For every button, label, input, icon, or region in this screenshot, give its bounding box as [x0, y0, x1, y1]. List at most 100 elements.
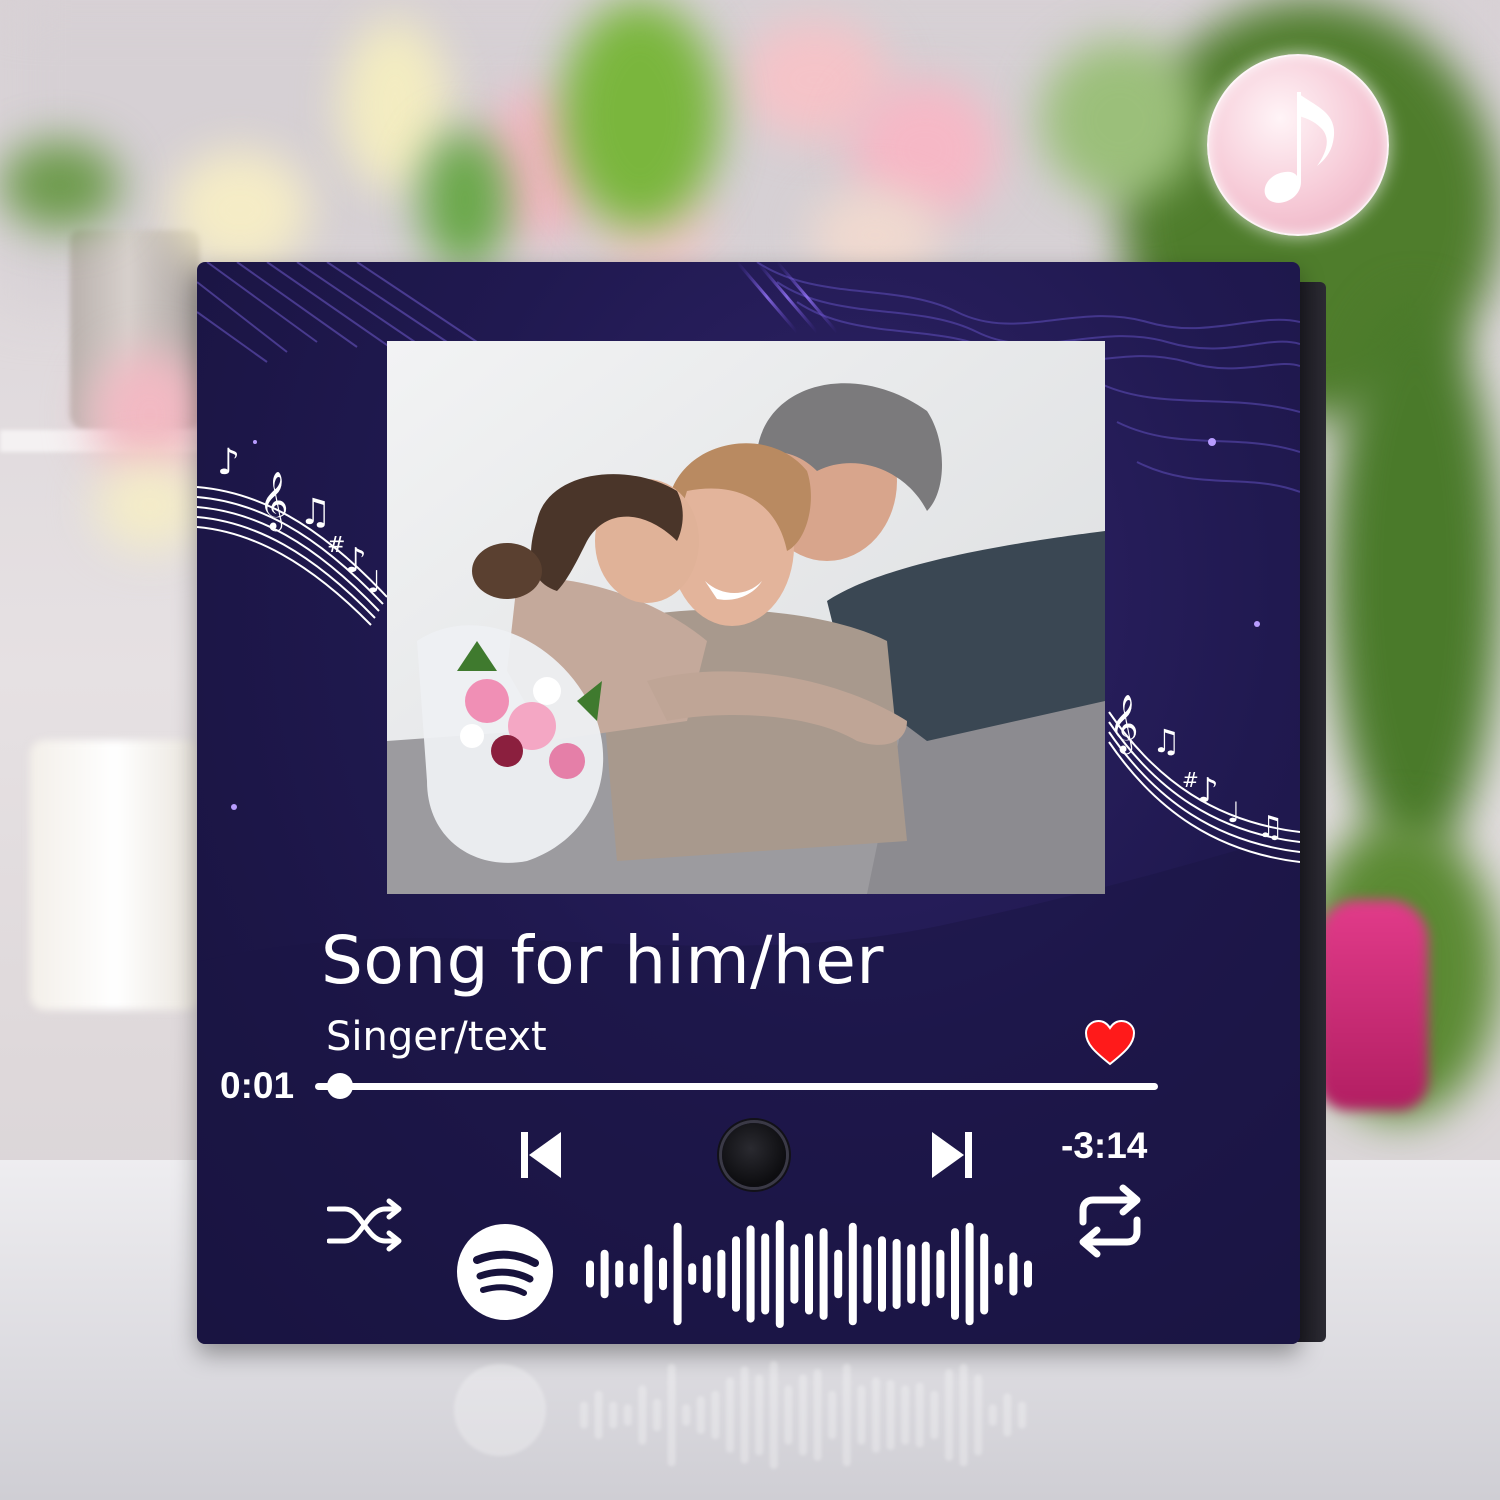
leaf [420, 130, 510, 270]
svg-text:#: # [327, 533, 345, 558]
reflection-bar [594, 1390, 603, 1440]
spotify-code-bar [746, 1225, 755, 1323]
plant-leaf [1330, 300, 1500, 860]
spotify-code-bar [673, 1222, 682, 1326]
spotify-code-bar [819, 1228, 828, 1320]
spotify-code-bar [907, 1244, 916, 1304]
svg-text:𝄞: 𝄞 [1109, 694, 1139, 755]
svg-text:𝄞: 𝄞 [259, 471, 289, 532]
reflection-bar [828, 1390, 837, 1440]
svg-text:♪: ♪ [345, 541, 367, 581]
reflection-bar [755, 1374, 764, 1456]
reflection-bar [959, 1363, 968, 1467]
plaque-reflection [454, 1361, 1026, 1469]
spotify-code-bar [629, 1263, 638, 1285]
progress-bar[interactable] [315, 1083, 1158, 1090]
spotify-code-bar [1024, 1260, 1032, 1288]
reflection-bar [1018, 1401, 1026, 1429]
reflection-bar [988, 1404, 997, 1426]
reflection-bar [682, 1404, 691, 1426]
reflection-bar [653, 1398, 661, 1432]
svg-text:♫: ♫ [1257, 810, 1284, 845]
reflection-bar [623, 1404, 632, 1426]
background-bottle [30, 740, 200, 1010]
svg-text:♪: ♪ [1197, 771, 1219, 811]
reflection-bar [886, 1379, 895, 1451]
spotify-code-bar [921, 1241, 930, 1307]
spotify-code-bar [863, 1244, 872, 1304]
music-note-badge [1207, 54, 1389, 236]
reflection-bar [813, 1369, 822, 1461]
spotify-code-bar [848, 1222, 857, 1326]
artist-name: Singer/text [326, 1014, 547, 1060]
spotify-code-bar [994, 1263, 1003, 1285]
spotify-code-bar [951, 1228, 959, 1320]
reflection-bar [872, 1377, 880, 1453]
reflection-bar [638, 1385, 647, 1445]
spotify-code-bar [761, 1233, 770, 1315]
reflection-bar [974, 1374, 983, 1456]
music-notes-left: ♪ 𝄞 ♫ # ♪ ♩ [217, 442, 381, 600]
spotify-logo-icon [457, 1224, 553, 1320]
reflection-bar [769, 1361, 778, 1469]
svg-text:♫: ♫ [299, 492, 331, 533]
svg-text:♩: ♩ [367, 565, 381, 600]
plant-leaf [1040, 40, 1200, 200]
background-pink-cup [1318, 900, 1428, 1110]
skip-next-icon[interactable] [930, 1130, 974, 1180]
spotify-code-bar [688, 1263, 697, 1285]
spotify-code-bar [732, 1236, 740, 1312]
spotify-code-bar [600, 1249, 609, 1299]
music-note-icon [1264, 92, 1335, 203]
spotify-code-bar [878, 1236, 886, 1312]
reflection-bar [1003, 1393, 1012, 1437]
reflection-bar [667, 1363, 676, 1467]
reflection-bar [726, 1377, 734, 1453]
repeat-icon[interactable] [1077, 1184, 1143, 1258]
svg-text:♫: ♫ [1152, 722, 1181, 760]
spotify-code-bar [936, 1249, 945, 1299]
spotify-code-bar [834, 1249, 843, 1299]
spotify-code-bar [615, 1260, 624, 1288]
spotify-code-icon [586, 1220, 1032, 1328]
music-notes-right: 𝄞 ♫ # ♪ ♩ ♫ [1109, 694, 1284, 845]
reflection-bar [609, 1401, 618, 1429]
tulip [95, 460, 205, 550]
reflection-bar [696, 1396, 705, 1434]
spotify-code-bar [644, 1244, 653, 1304]
reflection-bar [857, 1385, 866, 1445]
reflection-logo [454, 1364, 546, 1456]
leaf [560, 0, 720, 230]
reflection-bar [580, 1401, 588, 1429]
svg-text:♩: ♩ [1227, 796, 1240, 829]
time-elapsed: 0:01 [220, 1065, 295, 1106]
spotify-code-bar [717, 1249, 726, 1299]
skip-previous-icon[interactable] [519, 1130, 563, 1180]
leaf [0, 140, 120, 230]
reflection-bar [784, 1385, 793, 1445]
spotify-code-bar [980, 1233, 989, 1315]
spotify-plaque: ♪ 𝄞 ♫ # ♪ ♩ 𝄞 ♫ # ♪ ♩ ♫ Song for him/her… [197, 262, 1300, 1344]
reflection-bar [711, 1390, 720, 1440]
spotify-code-bar [659, 1257, 667, 1291]
spotify-code-bar [775, 1220, 784, 1328]
reflection-bar [740, 1366, 749, 1464]
reflection-bar [901, 1385, 910, 1445]
spotify-code-bar [965, 1222, 974, 1326]
heart-icon[interactable] [1085, 1020, 1135, 1066]
reflection-bar [915, 1382, 924, 1448]
reflection-bar [930, 1390, 939, 1440]
reflection-bar [842, 1363, 851, 1467]
family-photo-illustration [387, 341, 1105, 894]
spotify-code-bar [790, 1244, 799, 1304]
song-title: Song for him/her [321, 922, 884, 999]
time-remaining: -3:14 [1061, 1125, 1148, 1166]
spotify-code-bar [805, 1233, 813, 1315]
reflection-bar [799, 1374, 807, 1456]
spotify-code-bar [702, 1255, 711, 1293]
family-photo [387, 341, 1105, 894]
spotify-code-bar [892, 1238, 901, 1310]
spotify-code-bar [1009, 1252, 1018, 1296]
shuffle-icon[interactable] [327, 1197, 403, 1253]
power-button[interactable] [722, 1123, 786, 1187]
